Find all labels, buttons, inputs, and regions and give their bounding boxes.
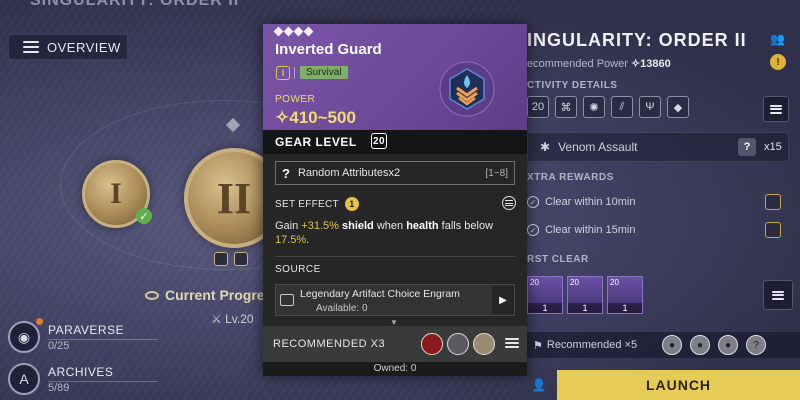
launch-button[interactable]: LAUNCH bbox=[557, 370, 800, 400]
paraverse-entry[interactable]: ◉ PARAVERSE 0/25 bbox=[8, 318, 158, 356]
modifier-icon[interactable]: ⫽ bbox=[611, 96, 633, 118]
page-title: SINGULARITY: ORDER II bbox=[30, 0, 240, 9]
info-icon[interactable]: ! bbox=[770, 54, 786, 70]
activity-panel: INGULARITY: ORDER II 👥 ecommended Power … bbox=[527, 0, 800, 400]
tooltip-header: Inverted Guard I Survival POWER ✧410~500 bbox=[263, 24, 527, 130]
character-avatar[interactable] bbox=[447, 333, 469, 355]
artifact-tooltip: Inverted Guard I Survival POWER ✧410~500… bbox=[263, 24, 527, 376]
modifier-icon[interactable]: 20 bbox=[527, 96, 549, 118]
level-label: ⚔ Lv.20 bbox=[211, 312, 254, 326]
list-icon bbox=[772, 290, 784, 300]
modifier-icon[interactable]: ⌘ bbox=[555, 96, 577, 118]
list-icon bbox=[505, 338, 519, 348]
check-icon: ✓ bbox=[527, 224, 539, 236]
eye-icon bbox=[145, 290, 159, 300]
artifact-name: Inverted Guard bbox=[275, 41, 382, 58]
check-icon: ✓ bbox=[527, 196, 539, 208]
recommended-bar: ⚑ Recommended ×5 ● ● ● ? bbox=[527, 332, 800, 358]
play-arrow-icon[interactable]: ▶ bbox=[492, 285, 514, 315]
category-tag: Survival bbox=[300, 66, 348, 79]
enemy-row[interactable]: ✱ Venom Assault ? x15 bbox=[527, 132, 789, 162]
recommended-characters bbox=[421, 333, 495, 355]
fireteam-icon: 👥 bbox=[770, 32, 785, 46]
details-menu-button[interactable] bbox=[763, 96, 789, 122]
source-heading: SOURCE bbox=[275, 264, 321, 275]
overview-button[interactable]: OVERVIEW bbox=[8, 34, 128, 60]
overview-label: OVERVIEW bbox=[47, 39, 121, 55]
recommended-menu-button[interactable] bbox=[505, 338, 519, 348]
unknown-icon: ? bbox=[738, 138, 756, 156]
character-avatar[interactable] bbox=[421, 333, 443, 355]
character-avatar[interactable]: ● bbox=[718, 335, 738, 355]
unknown-icon: ? bbox=[282, 165, 290, 181]
source-entry[interactable]: Legendary Artifact Choice Engram Availab… bbox=[275, 284, 515, 316]
set-effect-heading: SET EFFECT 1 bbox=[275, 197, 359, 211]
completed-check-icon: ✓ bbox=[136, 208, 152, 224]
set-effect-description: Gain +31.5% shield when health falls bel… bbox=[275, 220, 494, 246]
list-icon bbox=[770, 104, 782, 114]
paraverse-icon: ◉ bbox=[8, 321, 40, 353]
first-clear-heading: RST CLEAR bbox=[527, 254, 589, 265]
reward-row: ✓ Clear within 15min bbox=[527, 222, 789, 238]
set-effect-menu-button[interactable] bbox=[502, 196, 516, 210]
set-count-badge: 1 bbox=[344, 197, 359, 211]
venom-icon: ✱ bbox=[540, 140, 551, 154]
modifier-icon[interactable]: Ψ bbox=[639, 96, 661, 118]
recommended-row: RECOMMENDED X3 bbox=[263, 326, 527, 362]
recommended-power: ecommended Power ✧13860 bbox=[527, 58, 671, 70]
archives-entry[interactable]: A ARCHIVES 5/89 bbox=[8, 360, 158, 398]
character-avatar[interactable] bbox=[473, 333, 495, 355]
gear-level-row: GEAR LEVEL 20 bbox=[263, 130, 527, 154]
activity-details-heading: CTIVITY DETAILS bbox=[527, 80, 618, 91]
unknown-avatar[interactable]: ? bbox=[746, 335, 766, 355]
list-icon bbox=[505, 200, 513, 206]
extra-rewards-heading: XTRA REWARDS bbox=[527, 172, 614, 183]
first-clear-item[interactable]: 20 1 bbox=[607, 276, 643, 314]
gear-level-badge: 20 bbox=[371, 133, 387, 149]
list-icon bbox=[23, 41, 39, 53]
activity-title: INGULARITY: ORDER II bbox=[527, 30, 747, 50]
notification-dot bbox=[36, 318, 43, 325]
character-avatar[interactable]: ● bbox=[662, 335, 682, 355]
current-progress[interactable]: Current Progres bbox=[145, 287, 272, 303]
modifier-icon[interactable]: ✺ bbox=[583, 96, 605, 118]
reward-icon bbox=[214, 252, 228, 266]
power-label: POWER bbox=[275, 94, 316, 105]
owned-count: Owned: 0 bbox=[263, 362, 527, 376]
recommended-avatars: ● ● ● ? bbox=[662, 335, 766, 355]
first-clear-item[interactable]: 20 1 bbox=[567, 276, 603, 314]
reward-item-icon[interactable] bbox=[765, 222, 781, 238]
modifier-row: 20 ⌘ ✺ ⫽ Ψ ◆ bbox=[527, 96, 689, 118]
reward-icon bbox=[234, 252, 248, 266]
first-clear-items: 20 1 20 1 20 1 bbox=[527, 276, 643, 314]
modifier-icon[interactable]: ◆ bbox=[667, 96, 689, 118]
fireteam-icon: 👤 bbox=[531, 378, 547, 392]
engram-icon bbox=[280, 294, 294, 306]
rewards-menu-button[interactable] bbox=[763, 280, 793, 310]
reward-row: ✓ Clear within 10min bbox=[527, 194, 789, 210]
archives-icon: A bbox=[8, 363, 40, 395]
node-reward-icons bbox=[214, 252, 248, 266]
flag-icon: ⚑ bbox=[533, 339, 543, 352]
reward-item-icon[interactable] bbox=[765, 194, 781, 210]
rarity-pips bbox=[273, 26, 314, 37]
random-attributes[interactable]: ? Random Attributesx2 [1~8] bbox=[275, 161, 515, 185]
first-clear-item[interactable]: 20 1 bbox=[527, 276, 563, 314]
character-avatar[interactable]: ● bbox=[690, 335, 710, 355]
artifact-emblem-icon bbox=[439, 61, 495, 117]
tier-badge: I bbox=[276, 66, 290, 80]
power-value: ✧410~500 bbox=[275, 108, 356, 127]
